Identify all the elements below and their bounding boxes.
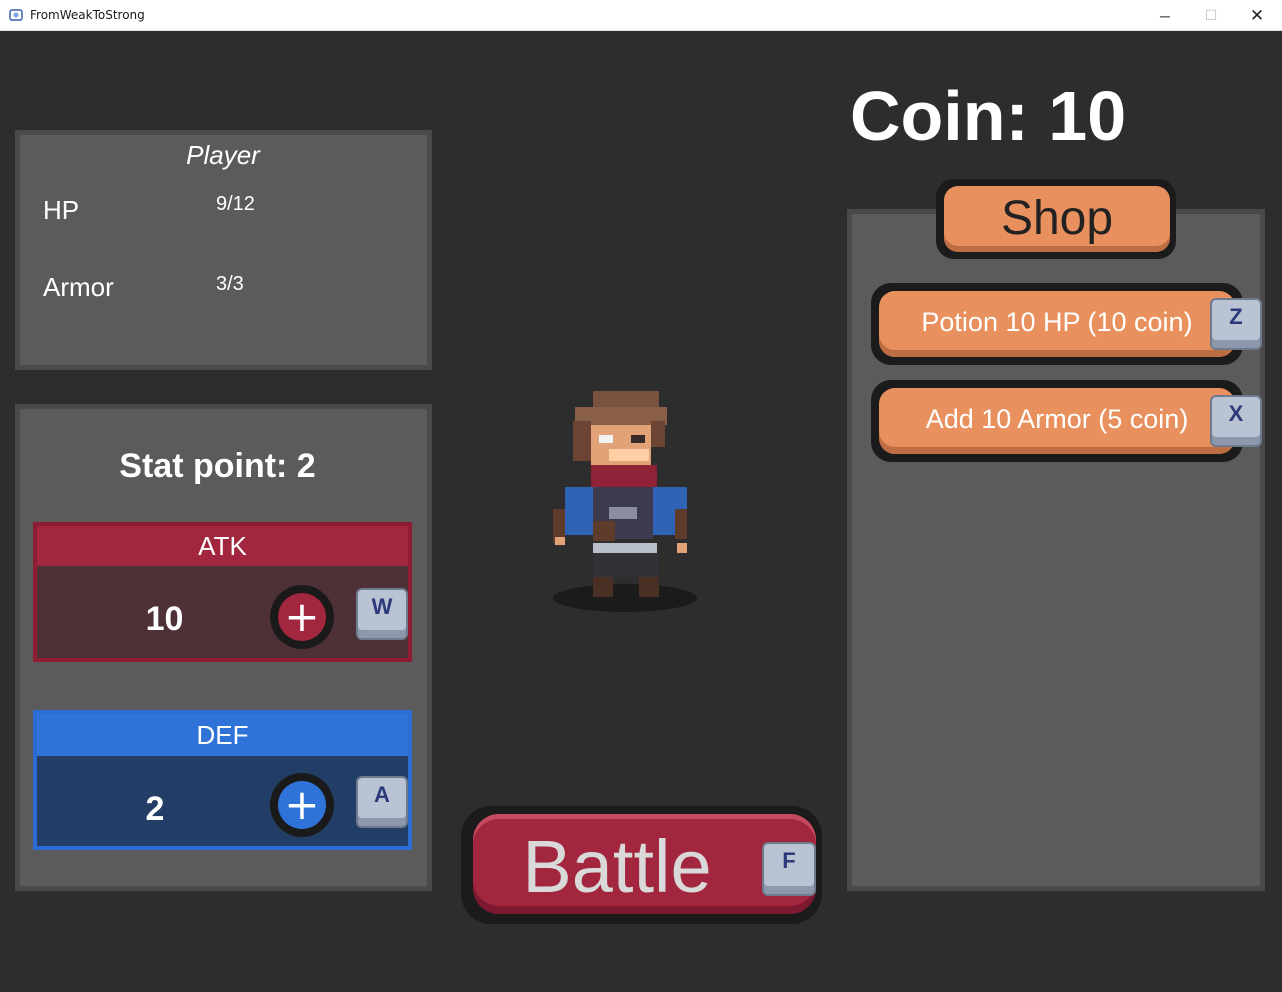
coin-counter: Coin: 10 — [850, 77, 1127, 155]
armor-label: Armor — [43, 272, 114, 302]
app-icon — [9, 9, 23, 21]
atk-value: 10 — [145, 600, 184, 638]
armor-value: 3/3 — [216, 273, 244, 295]
key-f-hint: F — [762, 842, 816, 896]
close-button[interactable]: ✕ — [1234, 0, 1280, 31]
battle-label: Battle — [522, 825, 712, 908]
key-x-hint: X — [1210, 395, 1262, 447]
minimize-button[interactable]: ─ — [1142, 0, 1188, 31]
plus-icon: + — [278, 781, 326, 829]
buy-armor-button[interactable]: Add 10 Armor (5 coin) — [879, 388, 1235, 454]
def-value: 2 — [145, 790, 165, 828]
def-header: DEF — [37, 714, 408, 756]
shop-title: Shop — [944, 186, 1170, 252]
def-plus-button[interactable]: + — [270, 773, 334, 837]
atk-header: ATK — [37, 526, 408, 566]
hp-label: HP — [43, 195, 80, 225]
maximize-button[interactable]: ☐ — [1188, 0, 1234, 31]
player-title: Player — [186, 140, 260, 170]
key-w-hint: W — [356, 588, 408, 640]
window-title: FromWeakToStrong — [30, 8, 145, 22]
key-a-hint: A — [356, 776, 408, 828]
hp-value: 9/12 — [216, 193, 255, 215]
buy-potion-button[interactable]: Potion 10 HP (10 coin) — [879, 291, 1235, 357]
player-character-sprite — [553, 391, 687, 597]
plus-icon: + — [278, 593, 326, 641]
stat-point-label: Stat point: 2 — [119, 447, 316, 485]
key-z-hint: Z — [1210, 298, 1262, 350]
atk-plus-button[interactable]: + — [270, 585, 334, 649]
title-bar — [0, 0, 1282, 31]
